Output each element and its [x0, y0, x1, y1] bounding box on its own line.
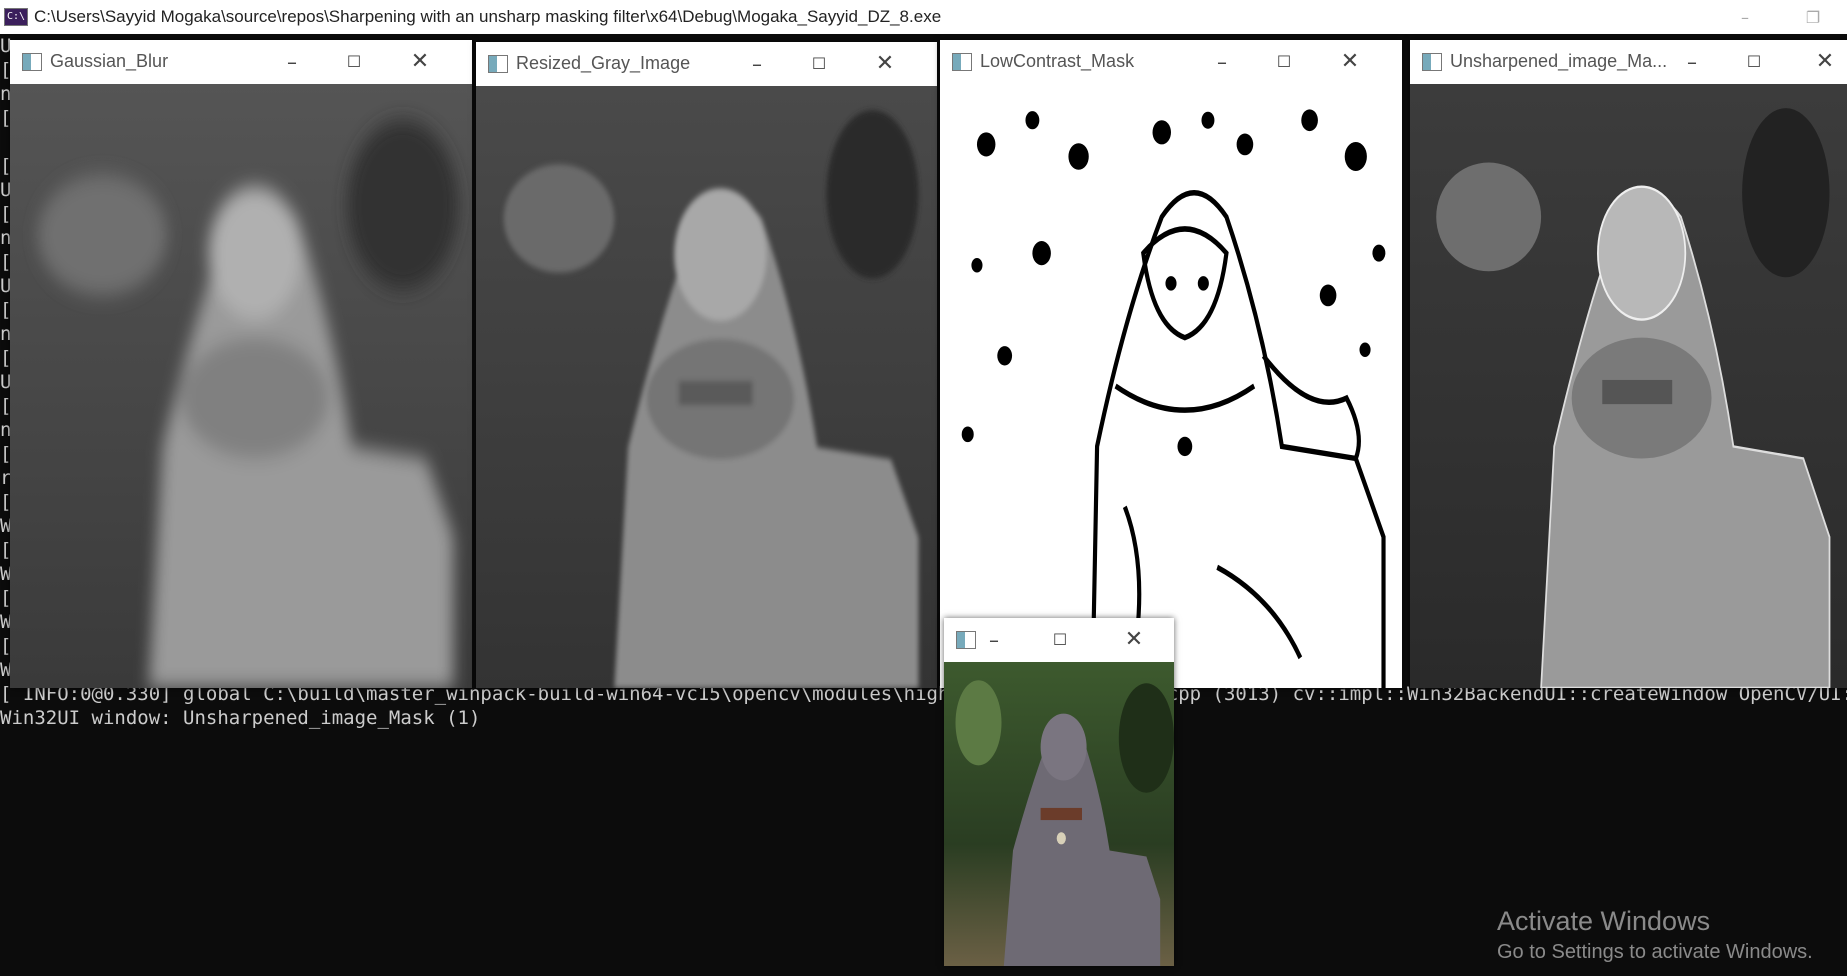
close-button[interactable]: ✕: [1795, 40, 1847, 84]
original-color-image: [944, 662, 1174, 966]
console-minimize-button[interactable]: –: [1711, 0, 1779, 34]
opencv-window-icon: [488, 55, 508, 73]
maximize-button[interactable]: ☐: [789, 42, 849, 86]
close-button[interactable]: ✕: [1104, 618, 1164, 662]
console-window-title: C:\Users\Sayyid Mogaka\source\repos\Shar…: [34, 7, 942, 26]
resized-gray-image-window[interactable]: Resized_Gray_Image – ☐ ✕: [476, 42, 937, 688]
window-titlebar[interactable]: Gaussian_Blur – ☐ ✕: [10, 40, 472, 84]
unsharpened-image-window[interactable]: Unsharpened_image_Ma... – ☐ ✕: [1410, 40, 1847, 688]
window-title: Resized_Gray_Image: [516, 53, 691, 73]
resized-gray-image: [476, 86, 937, 688]
low-contrast-mask-image: [940, 84, 1402, 688]
window-title: Unsharpened_image_Ma...: [1450, 51, 1668, 71]
window-titlebar[interactable]: Resized_Gray_Image – ☐ ✕: [476, 42, 937, 86]
gaussian-blur-image: [10, 84, 472, 688]
maximize-button[interactable]: ☐: [1254, 40, 1314, 84]
original-image-window[interactable]: – ☐ ✕: [944, 618, 1174, 966]
window-title: LowContrast_Mask: [980, 51, 1135, 71]
console-window-controls: – ❐: [1711, 0, 1847, 34]
window-titlebar[interactable]: LowContrast_Mask – ☐ ✕: [940, 40, 1402, 84]
minimize-button[interactable]: –: [964, 618, 1024, 662]
console-restore-button[interactable]: ❐: [1779, 0, 1847, 34]
watermark-title: Activate Windows: [1497, 906, 1711, 936]
close-button[interactable]: ✕: [390, 40, 450, 84]
close-button[interactable]: ✕: [1320, 40, 1380, 84]
close-button[interactable]: ✕: [855, 42, 915, 86]
window-title: Gaussian_Blur: [50, 51, 169, 71]
unsharpened-image: [1410, 84, 1847, 688]
opencv-window-icon: [952, 53, 972, 71]
maximize-button[interactable]: ☐: [324, 40, 384, 84]
activate-windows-watermark: Activate Windows Go to Settings to activ…: [1497, 906, 1813, 964]
minimize-button[interactable]: –: [727, 42, 787, 86]
window-titlebar[interactable]: Unsharpened_image_Ma... – ☐ ✕: [1410, 40, 1847, 84]
gaussian-blur-window[interactable]: Gaussian_Blur – ☐ ✕: [10, 40, 472, 688]
low-contrast-mask-window[interactable]: LowContrast_Mask – ☐ ✕: [940, 40, 1402, 688]
watermark-subtitle: Go to Settings to activate Windows.: [1497, 941, 1813, 963]
maximize-button[interactable]: ☐: [1724, 40, 1784, 84]
minimize-button[interactable]: –: [262, 40, 322, 84]
minimize-button[interactable]: –: [1662, 40, 1722, 84]
window-titlebar[interactable]: – ☐ ✕: [944, 618, 1174, 662]
opencv-window-icon: [1422, 53, 1442, 71]
console-log-line: Win32UI window: Unsharpened_image_Mask (…: [0, 707, 481, 729]
console-app-icon: C:\: [4, 8, 28, 26]
maximize-button[interactable]: ☐: [1030, 618, 1090, 662]
minimize-button[interactable]: –: [1192, 40, 1252, 84]
opencv-window-icon: [22, 53, 42, 71]
console-titlebar: C:\ C:\Users\Sayyid Mogaka\source\repos\…: [0, 0, 1847, 34]
